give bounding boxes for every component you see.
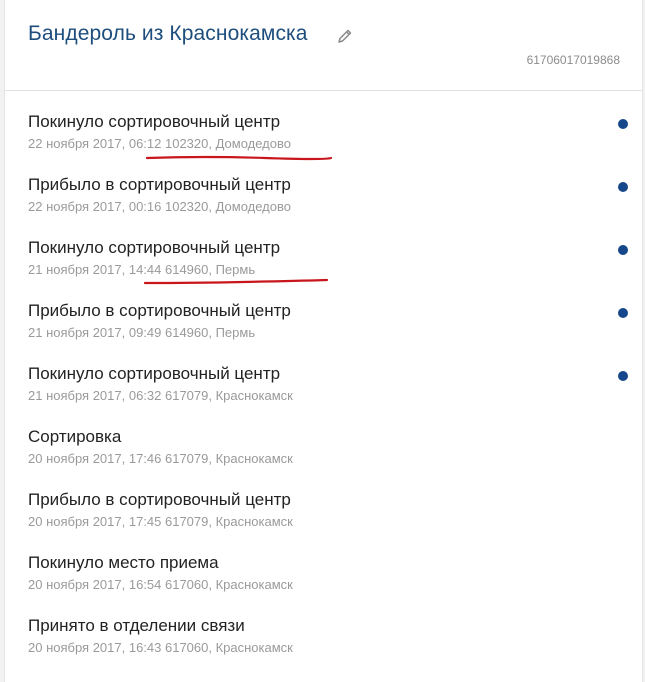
event-title: Прибыло в сортировочный центр [28, 301, 291, 320]
annotation-underline-1 [145, 155, 333, 161]
event-details: 20 ноября 2017, 17:46 617079, Краснокамс… [28, 451, 293, 466]
event-title: Сортировка [28, 427, 122, 446]
event-title: Покинуло место приема [28, 553, 219, 572]
event-title: Покинуло сортировочный центр [28, 364, 281, 383]
tracking-event: Покинуло сортировочный центр 21 ноября 20… [28, 364, 628, 414]
status-dot-icon [618, 245, 628, 255]
event-details: 21 ноября 2017, 06:32 617079, Краснокамс… [28, 388, 293, 403]
event-title: Прибыло в сортировочный центр [28, 175, 291, 194]
event-details: 20 ноября 2017, 16:54 617060, Краснокамс… [28, 577, 293, 592]
status-dot-icon [618, 371, 628, 381]
tracking-card: Бандероль из Краснокамска 61706017019868… [4, 0, 643, 682]
tracking-event: Сортировка 20 ноября 2017, 17:46 617079, … [28, 427, 628, 477]
event-details: 22 ноября 2017, 00:16 102320, Домодедово [28, 199, 291, 214]
tracking-event: Прибыло в сортировочный центр 20 ноября 2… [28, 490, 628, 540]
event-details: 22 ноября 2017, 06:12 102320, Домодедово [28, 136, 291, 151]
annotation-underline-2 [143, 278, 329, 285]
event-details: 21 ноября 2017, 09:49 614960, Пермь [28, 325, 256, 340]
pencil-icon[interactable] [337, 28, 353, 44]
status-dot-icon [618, 308, 628, 318]
event-details: 21 ноября 2017, 14:44 614960, Пермь [28, 262, 256, 277]
tracking-event: Прибыло в сортировочный центр 21 ноября 2… [28, 301, 628, 351]
tracking-event: Прибыло в сортировочный центр 22 ноября 2… [28, 175, 628, 225]
event-title: Покинуло сортировочный центр [28, 112, 281, 131]
event-details: 20 ноября 2017, 16:43 617060, Краснокамс… [28, 640, 293, 655]
tracking-event: Покинуло место приема 20 ноября 2017, 16:… [28, 553, 628, 603]
event-title: Покинуло сортировочный центр [28, 238, 281, 257]
card-header: Бандероль из Краснокамска 61706017019868 [5, 0, 642, 91]
status-dot-icon [618, 119, 628, 129]
parcel-title: Бандероль из Краснокамска [28, 22, 308, 45]
event-details: 20 ноября 2017, 17:45 617079, Краснокамс… [28, 514, 293, 529]
tracking-event: Принято в отделении связи 20 ноября 2017,… [28, 616, 628, 666]
status-dot-icon [618, 182, 628, 192]
event-title: Принято в отделении связи [28, 616, 245, 635]
tracking-number: 61706017019868 [526, 53, 620, 67]
event-title: Прибыло в сортировочный центр [28, 490, 291, 509]
